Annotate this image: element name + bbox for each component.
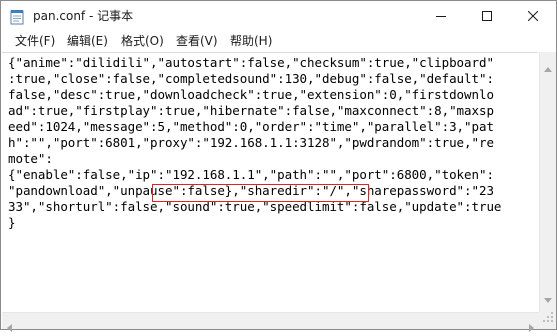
editor-line: mote": (8, 151, 53, 166)
menu-file[interactable]: 文件(F) (15, 33, 55, 49)
notepad-icon (10, 9, 24, 25)
menu-help[interactable]: 帮助(H) (230, 33, 272, 49)
scroll-right-icon[interactable] (529, 317, 534, 336)
menu-edit[interactable]: 编辑(E) (67, 33, 108, 49)
editor-line: } (8, 215, 16, 230)
editor-line: 33","shorturl":false,"sound":true,"speed… (8, 199, 502, 214)
scroll-left-icon[interactable] (7, 317, 12, 336)
editor-line: ad":true,"firstplay":true,"hibernate":fa… (8, 103, 494, 118)
resize-grip-icon[interactable] (543, 308, 554, 327)
text-editor[interactable]: {"anime":"dilidili","autostart":false,"c… (2, 52, 538, 312)
menu-bar: 文件(F) 编辑(E) 格式(O) 查看(V) 帮助(H) (1, 31, 556, 51)
maximize-icon (482, 11, 492, 21)
horizontal-scrollbar[interactable] (2, 312, 539, 332)
editor-line: {"enable":false,"ip":"192.168.1.1","path… (8, 167, 494, 182)
close-button[interactable] (510, 1, 556, 31)
scroll-up-icon[interactable] (544, 57, 552, 76)
editor-line: :true,"close":false,"completedsound":130… (8, 71, 494, 86)
minimize-icon (436, 16, 446, 17)
scroll-down-icon[interactable] (544, 288, 552, 307)
vertical-scrollbar[interactable] (539, 52, 556, 312)
editor-line: eed":1024,"message":5,"method":0,"order"… (8, 119, 494, 134)
editor-line: "pandownload","unpause":false},"sharedir… (8, 183, 494, 198)
maximize-button[interactable] (464, 1, 510, 31)
close-icon (528, 11, 538, 21)
menu-view[interactable]: 查看(V) (176, 33, 218, 49)
editor-line: false,"desc":true,"downloadcheck":true,"… (8, 87, 494, 102)
scrollbar-corner (539, 312, 556, 329)
window-title: pan.conf - 记事本 (33, 9, 134, 23)
editor-content[interactable]: {"anime":"dilidili","autostart":false,"c… (8, 55, 536, 231)
title-bar[interactable]: pan.conf - 记事本 (1, 1, 556, 31)
editor-line: {"anime":"dilidili","autostart":false,"c… (8, 55, 494, 70)
editor-line: h":"","port":6801,"proxy":"192.168.1.1:3… (8, 135, 494, 150)
notepad-window: pan.conf - 记事本 文件(F) 编辑(E) 格式(O) 查看(V) 帮… (0, 0, 557, 332)
menu-format[interactable]: 格式(O) (121, 33, 164, 49)
minimize-button[interactable] (418, 1, 464, 31)
